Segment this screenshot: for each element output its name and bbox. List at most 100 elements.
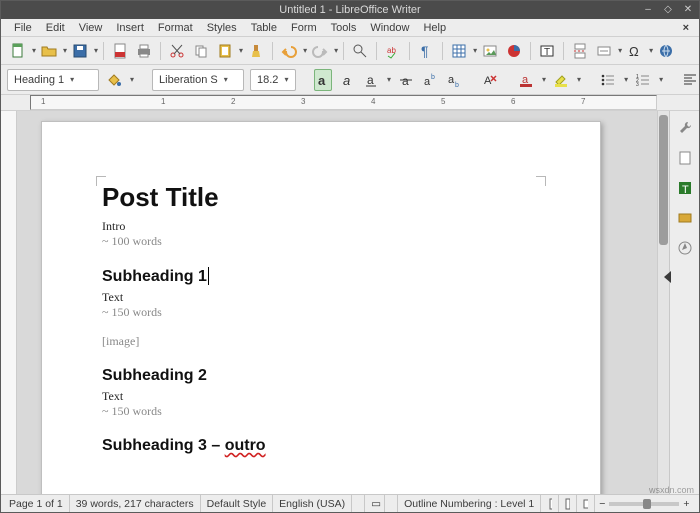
insert-field-button[interactable] (593, 40, 615, 62)
dropdown-caret-icon[interactable]: ▾ (334, 46, 338, 55)
menu-file[interactable]: File (7, 20, 39, 36)
window-maximize-button[interactable]: ◇ (661, 2, 675, 16)
open-button[interactable] (38, 40, 60, 62)
paste-button[interactable] (214, 40, 236, 62)
menu-view[interactable]: View (72, 20, 110, 36)
status-signature[interactable] (385, 495, 398, 512)
doc-image-placeholder[interactable]: [image] (102, 334, 540, 349)
menu-window[interactable]: Window (363, 20, 416, 36)
page[interactable]: Post Title Intro ~ 100 words Subheading … (41, 121, 601, 494)
dropdown-caret-icon[interactable]: ▾ (94, 46, 98, 55)
zoom-slider-knob[interactable] (643, 499, 651, 509)
menu-format[interactable]: Format (151, 20, 200, 36)
zoom-in-button[interactable]: + (683, 498, 689, 510)
strikethrough-button[interactable]: a (397, 69, 415, 91)
sidebar-toggle-button[interactable]: × (679, 22, 693, 34)
menu-styles[interactable]: Styles (200, 20, 244, 36)
sidebar-properties-button[interactable] (674, 117, 696, 139)
status-language[interactable]: English (USA) (273, 495, 352, 512)
menu-form[interactable]: Form (284, 20, 324, 36)
menu-insert[interactable]: Insert (109, 20, 151, 36)
clear-formatting-button[interactable]: A (481, 69, 499, 91)
dropdown-caret-icon[interactable]: ▾ (618, 46, 622, 55)
dropdown-caret-icon[interactable]: ▾ (542, 75, 546, 84)
vertical-scrollbar[interactable] (657, 111, 669, 494)
doc-title[interactable]: Post Title (102, 182, 540, 213)
menu-table[interactable]: Table (244, 20, 284, 36)
dropdown-caret-icon[interactable]: ▾ (659, 75, 663, 84)
insert-hyperlink-button[interactable] (655, 40, 677, 62)
spellcheck-button[interactable]: ab (382, 40, 404, 62)
status-page[interactable]: Page 1 of 1 (3, 495, 70, 512)
sidebar-navigator-button[interactable] (674, 237, 696, 259)
copy-button[interactable] (190, 40, 212, 62)
dropdown-caret-icon[interactable]: ▾ (32, 46, 36, 55)
doc-intro-label[interactable]: Intro (102, 219, 540, 234)
doc-sub1-hint[interactable]: ~ 150 words (102, 305, 540, 320)
font-name-combo[interactable]: Liberation S ▾ (152, 69, 244, 91)
doc-subheading-3[interactable]: Subheading 3 – outro (102, 437, 540, 455)
window-minimize-button[interactable]: – (641, 2, 655, 16)
underline-button[interactable]: a (362, 69, 380, 91)
number-list-button[interactable]: 123 (634, 69, 652, 91)
status-insert-mode[interactable] (352, 495, 365, 512)
formatting-marks-button[interactable]: ¶ (415, 40, 437, 62)
bold-button[interactable]: a (314, 69, 332, 91)
insert-table-button[interactable] (448, 40, 470, 62)
font-color-button[interactable]: a (517, 69, 535, 91)
zoom-percent[interactable]: 10 (694, 495, 700, 512)
status-wordcount[interactable]: 39 words, 217 characters (70, 495, 201, 512)
paragraph-style-combo[interactable]: Heading 1 ▾ (7, 69, 99, 91)
menu-help[interactable]: Help (416, 20, 453, 36)
export-pdf-button[interactable] (109, 40, 131, 62)
doc-sub2-hint[interactable]: ~ 150 words (102, 404, 540, 419)
insert-image-button[interactable] (479, 40, 501, 62)
status-selection-mode[interactable]: ▭ (365, 495, 385, 512)
dropdown-caret-icon[interactable]: ▾ (63, 46, 67, 55)
clone-formatting-button[interactable] (245, 40, 267, 62)
find-replace-button[interactable] (349, 40, 371, 62)
dropdown-caret-icon[interactable]: ▾ (303, 46, 307, 55)
superscript-button[interactable]: ab (421, 69, 439, 91)
status-view-multi[interactable] (559, 495, 577, 512)
insert-special-char-button[interactable]: Ω (624, 40, 646, 62)
menu-tools[interactable]: Tools (324, 20, 364, 36)
doc-sub2-body[interactable]: Text (102, 389, 540, 404)
font-size-combo[interactable]: 18.2 ▾ (250, 69, 296, 91)
doc-intro-hint[interactable]: ~ 100 words (102, 234, 540, 249)
subscript-button[interactable]: ab (445, 69, 463, 91)
status-outline[interactable]: Outline Numbering : Level 1 (398, 495, 541, 512)
sidebar-expand-gripper[interactable] (664, 271, 671, 283)
sidebar-page-button[interactable] (674, 147, 696, 169)
redo-button[interactable] (309, 40, 331, 62)
insert-textbox-button[interactable]: T (536, 40, 558, 62)
dropdown-caret-icon[interactable]: ▾ (473, 46, 477, 55)
dropdown-caret-icon[interactable]: ▾ (624, 75, 628, 84)
dropdown-caret-icon[interactable]: ▾ (649, 46, 653, 55)
zoom-out-button[interactable]: − (599, 498, 605, 510)
status-view-single[interactable] (541, 495, 559, 512)
print-button[interactable] (133, 40, 155, 62)
cut-button[interactable] (166, 40, 188, 62)
status-style[interactable]: Default Style (201, 495, 274, 512)
horizontal-ruler[interactable]: 1 1 2 3 4 5 6 7 (30, 95, 657, 110)
doc-subheading-1[interactable]: Subheading 1 (102, 267, 540, 286)
bullet-list-button[interactable] (599, 69, 617, 91)
document-area[interactable]: Post Title Intro ~ 100 words Subheading … (17, 111, 657, 494)
insert-chart-button[interactable] (503, 40, 525, 62)
doc-sub1-body[interactable]: Text (102, 290, 540, 305)
window-close-button[interactable]: ✕ (681, 2, 695, 16)
dropdown-caret-icon[interactable]: ▾ (130, 75, 134, 84)
update-style-button[interactable] (105, 69, 123, 91)
scrollbar-thumb[interactable] (659, 115, 668, 245)
menu-edit[interactable]: Edit (39, 20, 72, 36)
sidebar-styles-button[interactable]: T (674, 177, 696, 199)
save-button[interactable] (69, 40, 91, 62)
dropdown-caret-icon[interactable]: ▾ (577, 75, 581, 84)
italic-button[interactable]: a (338, 69, 356, 91)
status-view-book[interactable] (577, 495, 595, 512)
insert-page-break-button[interactable] (569, 40, 591, 62)
vertical-ruler[interactable] (1, 111, 17, 494)
new-button[interactable] (7, 40, 29, 62)
doc-subheading-2[interactable]: Subheading 2 (102, 367, 540, 385)
